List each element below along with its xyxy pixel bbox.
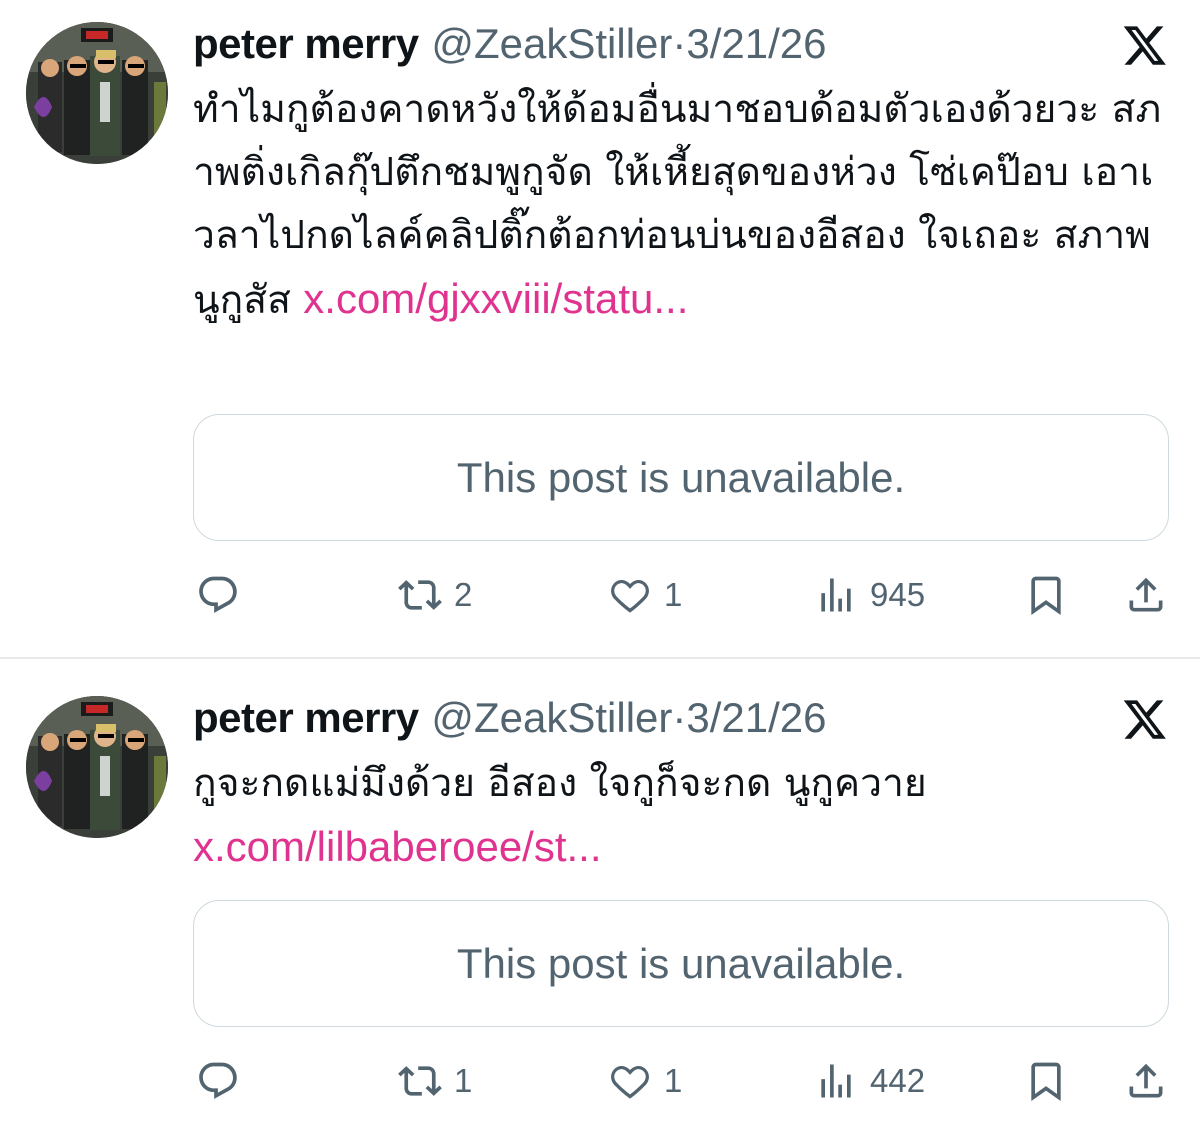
tweet-header: peter merry @ZeakStiller·3/21/26 — [193, 14, 827, 74]
tweet-2[interactable]: peter merry @ZeakStiller·3/21/26 กูจะกดแ… — [0, 688, 1200, 1118]
tweet-text-content: กูจะกดแม่มึงด้วย อีสอง ใจกูก็จะกด นูกูคว… — [193, 761, 927, 806]
author-name[interactable]: peter merry — [193, 20, 419, 67]
views-button[interactable]: 442 — [814, 1056, 925, 1106]
avatar[interactable] — [26, 696, 168, 838]
share-icon — [1129, 577, 1163, 612]
heart-icon — [611, 1066, 649, 1099]
separator-dot: · — [672, 20, 687, 67]
separator-dot: · — [672, 694, 687, 741]
views-icon — [821, 578, 851, 612]
like-button[interactable]: 1 — [608, 570, 682, 620]
reply-button[interactable] — [196, 570, 240, 620]
tweet-link[interactable]: x.com/lilbaberoee/st... — [193, 823, 602, 870]
repost-button[interactable]: 2 — [398, 570, 472, 620]
author-handle[interactable]: @ZeakStiller — [431, 694, 672, 741]
tweet-text: ทำไมกูต้องคาดหวังให้ด้อมอื่นมาชอบด้อมตัว… — [193, 78, 1168, 332]
quote-card-unavailable[interactable]: This post is unavailable. — [193, 414, 1169, 541]
views-count: 442 — [870, 1062, 926, 1099]
avatar-image — [26, 22, 168, 164]
repost-button[interactable]: 1 — [398, 1056, 472, 1106]
post-date[interactable]: 3/21/26 — [686, 694, 826, 741]
action-bar: 2 1 945 — [0, 570, 1200, 620]
views-count: 945 — [870, 576, 926, 613]
x-logo-icon — [1123, 700, 1166, 739]
quote-card-unavailable[interactable]: This post is unavailable. — [193, 900, 1169, 1027]
quote-card-text: This post is unavailable. — [456, 453, 906, 501]
tweet-text: กูจะกดแม่มึงด้วย อีสอง ใจกูก็จะกด นูกูคว… — [193, 752, 1168, 880]
tweet-link[interactable]: x.com/gjxxviii/statu... — [303, 275, 688, 322]
like-count: 1 — [664, 576, 683, 613]
tweet-divider — [0, 657, 1200, 659]
tweet-header: peter merry @ZeakStiller·3/21/26 — [193, 688, 827, 748]
post-date[interactable]: 3/21/26 — [686, 20, 826, 67]
avatar-image — [26, 696, 168, 838]
avatar[interactable] — [26, 22, 168, 164]
views-icon — [821, 1064, 851, 1098]
reply-icon — [199, 576, 237, 613]
repost-icon — [398, 1066, 442, 1096]
share-button[interactable] — [1124, 570, 1168, 620]
tweet-1[interactable]: peter merry @ZeakStiller·3/21/26 ทำไมกูต… — [0, 14, 1200, 644]
quote-card-text: This post is unavailable. — [456, 939, 906, 987]
repost-count: 2 — [454, 576, 473, 613]
bookmark-button[interactable] — [1024, 570, 1068, 620]
bookmark-button[interactable] — [1024, 1056, 1068, 1106]
author-handle[interactable]: @ZeakStiller — [431, 20, 672, 67]
share-button[interactable] — [1124, 1056, 1168, 1106]
x-logo-icon — [1123, 26, 1166, 65]
heart-icon — [611, 580, 649, 613]
like-button[interactable]: 1 — [608, 1056, 682, 1106]
reply-icon — [199, 1062, 237, 1099]
bookmark-icon — [1031, 576, 1061, 616]
reply-button[interactable] — [196, 1056, 240, 1106]
views-button[interactable]: 945 — [814, 570, 925, 620]
repost-count: 1 — [454, 1062, 473, 1099]
share-icon — [1129, 1063, 1163, 1098]
like-count: 1 — [664, 1062, 683, 1099]
action-bar: 1 1 442 — [0, 1056, 1200, 1106]
bookmark-icon — [1031, 1062, 1061, 1102]
repost-icon — [398, 580, 442, 610]
author-name[interactable]: peter merry — [193, 694, 419, 741]
